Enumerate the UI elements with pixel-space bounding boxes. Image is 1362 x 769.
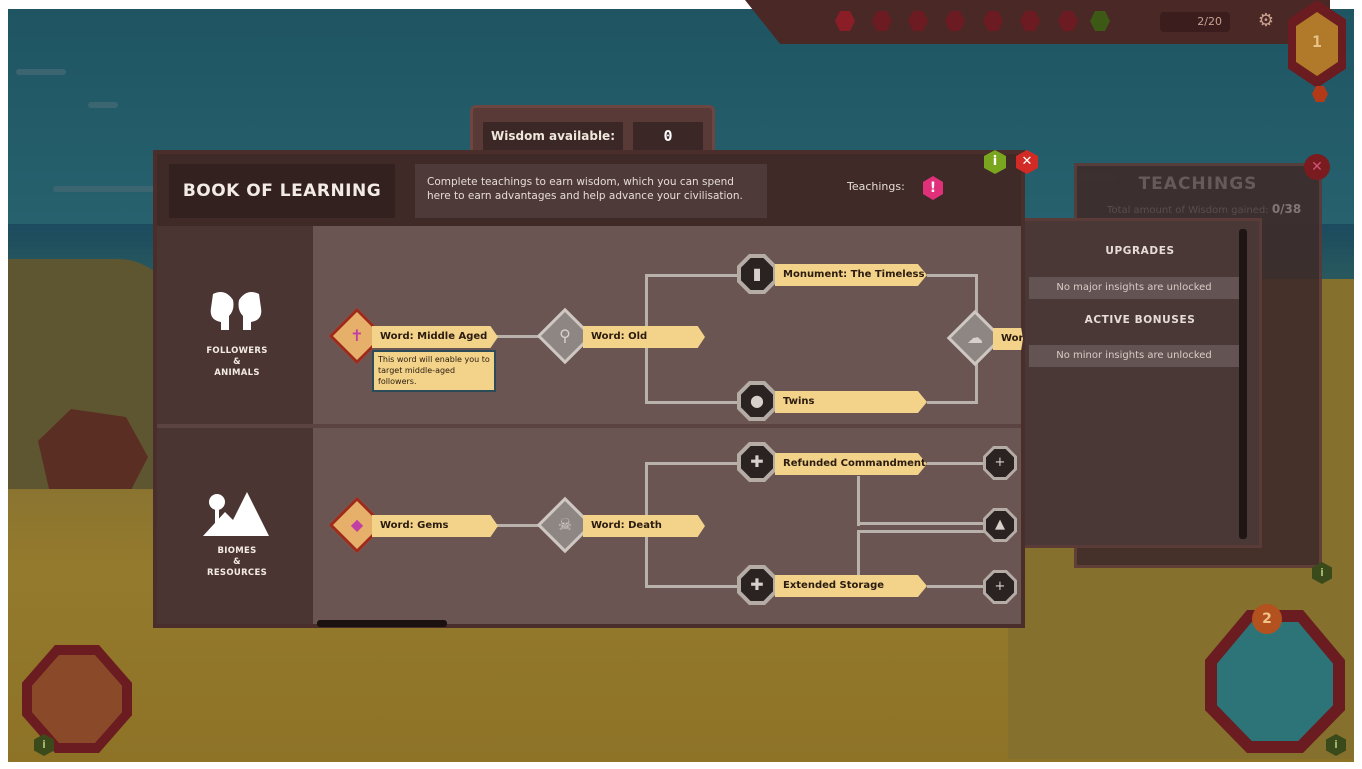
storage-icon: ✚ — [750, 575, 764, 594]
node-label: Word: Old — [583, 326, 705, 348]
connector — [927, 462, 987, 465]
teaching-node-locked[interactable]: + — [983, 570, 1017, 604]
followers-icon — [210, 292, 262, 330]
cloud — [88, 102, 118, 108]
wisdom-value: 0 — [633, 122, 703, 150]
gems-icon: ◆ — [350, 515, 364, 534]
node-label: Twins — [775, 391, 927, 413]
teachings-count: 0/38 — [1271, 202, 1302, 216]
node-label: Extended Storage — [775, 575, 927, 597]
connector — [857, 522, 987, 525]
teaching-node-refunded[interactable]: ✚ — [737, 442, 777, 482]
minimap-badge: 2 — [1252, 604, 1282, 634]
connector — [857, 476, 860, 526]
teaching-node-next[interactable]: ☁ — [946, 309, 1004, 367]
refund-icon: ✚ — [750, 452, 764, 471]
connector — [857, 530, 987, 533]
teachings-label: Teachings: — [847, 180, 905, 193]
upgrades-heading: UPGRADES — [1105, 245, 1175, 257]
teaching-node-locked[interactable]: + — [983, 446, 1017, 480]
horizontal-scrollbar[interactable] — [317, 620, 447, 627]
teachings-subtitle: Total amount of Wisdom gained: 0/38 — [1107, 202, 1302, 216]
followers-category: FOLLOWERS & ANIMALS — [157, 226, 313, 424]
book-title: BOOK OF LEARNING — [169, 164, 395, 218]
node-label: Word: Gems — [372, 515, 498, 537]
upgrades-panel: UPGRADES No major insights are unlocked … — [1022, 218, 1262, 548]
bonuses-heading: ACTIVE BONUSES — [1084, 314, 1196, 326]
plus-icon: + — [986, 449, 1014, 477]
teaching-node-old[interactable]: ⚲ — [536, 307, 594, 365]
followers-label: FOLLOWERS & ANIMALS — [206, 346, 268, 378]
book-of-learning-panel: BOOK OF LEARNING Complete teachings to e… — [153, 150, 1025, 628]
statue-icon: ▲ — [986, 511, 1014, 539]
book-header: BOOK OF LEARNING Complete teachings to e… — [157, 154, 1021, 226]
node-label: Word: Middle Aged — [372, 326, 498, 348]
level-badge: 1 — [1312, 32, 1322, 51]
teaching-node-twins[interactable]: ● — [737, 381, 777, 421]
connector — [857, 530, 860, 575]
level-hex[interactable]: 1 — [1288, 0, 1346, 100]
skull-icon: ☠ — [557, 515, 573, 534]
teaching-node-death[interactable]: ☠ — [536, 496, 594, 554]
teachings-title: TEACHINGS — [1138, 174, 1258, 194]
node-label: Word: Death — [583, 515, 705, 537]
twins-icon: ● — [750, 391, 764, 410]
teaching-node-middle-aged[interactable]: ✝ — [328, 307, 386, 365]
tooltip: This word will enable you to target midd… — [372, 350, 496, 392]
population-counter: 2/20 — [1160, 12, 1230, 32]
scrollbar[interactable] — [1239, 229, 1247, 539]
bonuses-empty-text: No minor insights are unlocked — [1029, 345, 1239, 367]
node-label: Refunded Commandment — [775, 453, 927, 475]
teaching-node-storage[interactable]: ✚ — [737, 565, 777, 605]
biomes-category: BIOMES & RESOURCES — [157, 428, 313, 624]
upgrades-empty-text: No major insights are unlocked — [1029, 277, 1239, 299]
teachings-alert-icon[interactable]: ! — [923, 176, 943, 200]
elder-icon: ⚲ — [559, 326, 571, 345]
connector — [927, 401, 977, 404]
teaching-node-monument[interactable]: ▮ — [737, 254, 777, 294]
teaching-node-locked[interactable]: ▲ — [983, 508, 1017, 542]
cloud — [53, 186, 163, 192]
teaching-node-gems[interactable]: ◆ — [328, 496, 386, 554]
node-label: Monument: The Timeless — [775, 264, 927, 286]
close-icon[interactable]: ✕ — [1304, 154, 1330, 180]
biomes-icon — [203, 492, 269, 536]
wisdom-label: Wisdom available: — [483, 122, 623, 150]
connector — [927, 585, 987, 588]
book-description: Complete teachings to earn wisdom, which… — [415, 164, 767, 218]
biomes-label: BIOMES & RESOURCES — [206, 546, 267, 578]
plus-icon: + — [986, 573, 1014, 601]
connector — [927, 274, 977, 277]
node-label: Wor — [993, 328, 1023, 350]
cloud-icon: ☁ — [967, 328, 983, 347]
person-icon: ✝ — [350, 326, 364, 345]
monument-icon: ▮ — [752, 264, 762, 283]
cloud — [16, 69, 66, 75]
gear-icon[interactable]: ⚙ — [1255, 10, 1277, 32]
